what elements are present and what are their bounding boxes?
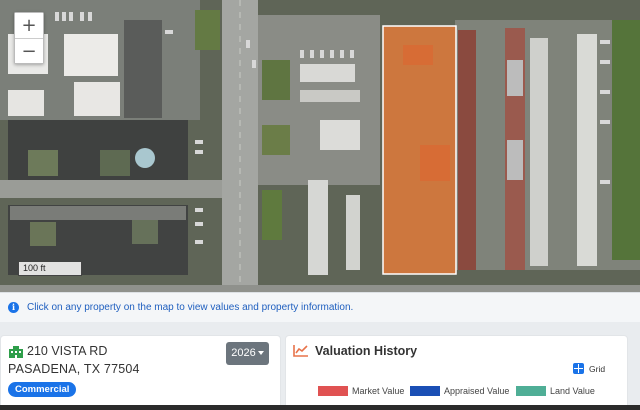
legend-label: Market Value [352,386,405,396]
grid-toggle-label: Grid [589,363,606,374]
valuation-history-title: Valuation History [315,344,418,358]
building-icon [9,346,23,358]
zoom-out-button[interactable]: − [15,38,43,63]
info-circle-icon: i [8,302,19,313]
legend-swatch [516,386,546,396]
year-dropdown-label: 2026 [231,347,256,359]
grid-toggle-button[interactable]: Grid [573,363,605,374]
map-hint-text: Click on any property on the map to view… [27,302,354,313]
window-bottom-edge [0,405,640,410]
line-chart-icon [293,345,308,357]
legend-swatch [318,386,348,396]
map-view[interactable]: + − 100 ft [0,0,640,292]
legend-market-value[interactable]: Market Value [318,386,404,396]
aerial-imagery[interactable] [0,0,640,292]
map-hint-bar: i Click on any property on the map to vi… [0,292,640,322]
property-address-line1: 210 VISTA RD [27,344,108,358]
property-category-badge: Commercial [8,382,77,397]
legend-land-value[interactable]: Land Value [516,386,595,396]
map-scale-bar: 100 ft [18,262,82,276]
caret-down-icon [257,351,264,356]
zoom-in-button[interactable]: + [15,13,43,38]
legend-appraised-value[interactable]: Appraised Value [410,386,509,396]
legend-label: Appraised Value [444,386,510,396]
legend-label: Land Value [550,386,595,396]
grid-icon [573,363,584,374]
zoom-control: + − [14,12,44,64]
year-dropdown[interactable]: 2026 [226,342,269,365]
property-address-line2: PASADENA, TX 77504 [8,362,140,376]
legend-swatch [410,386,440,396]
